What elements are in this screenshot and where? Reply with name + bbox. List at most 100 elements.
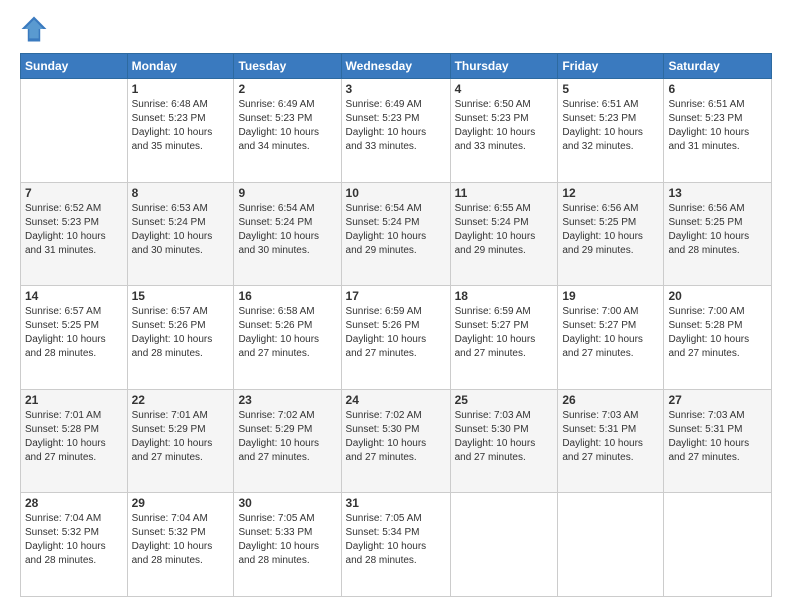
calendar-cell: 14 Sunrise: 6:57 AM Sunset: 5:25 PM Dayli… — [21, 286, 128, 390]
day-info: Sunrise: 6:52 AM Sunset: 5:23 PM Dayligh… — [25, 202, 123, 258]
day-number: 17 — [346, 289, 446, 303]
calendar-week-row: 1 Sunrise: 6:48 AM Sunset: 5:23 PM Daylig… — [21, 79, 772, 183]
calendar-cell: 24 Sunrise: 7:02 AM Sunset: 5:30 PM Dayli… — [341, 389, 450, 493]
day-info: Sunrise: 6:57 AM Sunset: 5:25 PM Dayligh… — [25, 305, 123, 361]
calendar-cell: 26Sunrise: 7:03 AM Sunset: 5:31 PM Dayli… — [558, 389, 664, 493]
calendar-cell: 19 Sunrise: 7:00 AM Sunset: 5:27 PM Dayli… — [558, 286, 664, 390]
day-number: 19 — [562, 289, 659, 303]
day-number: 7 — [25, 186, 123, 200]
calendar-cell: 11 Sunrise: 6:55 AM Sunset: 5:24 PM Dayli… — [450, 182, 558, 286]
day-number: 1 — [132, 82, 230, 96]
weekday-header: Sunday — [21, 54, 128, 79]
day-info: Sunrise: 7:01 AM Sunset: 5:28 PM Dayligh… — [25, 409, 123, 465]
day-number: 18 — [455, 289, 554, 303]
calendar-cell: 13Sunrise: 6:56 AM Sunset: 5:25 PM Dayli… — [664, 182, 772, 286]
day-number: 10 — [346, 186, 446, 200]
day-info: Sunrise: 6:56 AM Sunset: 5:25 PM Dayligh… — [668, 202, 767, 258]
calendar-cell — [558, 493, 664, 597]
day-number: 28 — [25, 496, 123, 510]
day-info: Sunrise: 7:05 AM Sunset: 5:34 PM Dayligh… — [346, 512, 446, 568]
day-info: Sunrise: 6:57 AM Sunset: 5:26 PM Dayligh… — [132, 305, 230, 361]
weekday-header: Tuesday — [234, 54, 341, 79]
day-info: Sunrise: 6:48 AM Sunset: 5:23 PM Dayligh… — [132, 98, 230, 154]
calendar-header-row: SundayMondayTuesdayWednesdayThursdayFrid… — [21, 54, 772, 79]
calendar-cell — [664, 493, 772, 597]
calendar-cell: 12 Sunrise: 6:56 AM Sunset: 5:25 PM Dayli… — [558, 182, 664, 286]
logo-icon — [20, 15, 48, 43]
day-number: 2 — [238, 82, 336, 96]
day-info: Sunrise: 6:59 AM Sunset: 5:26 PM Dayligh… — [346, 305, 446, 361]
weekday-header: Monday — [127, 54, 234, 79]
day-number: 31 — [346, 496, 446, 510]
day-info: Sunrise: 7:02 AM Sunset: 5:30 PM Dayligh… — [346, 409, 446, 465]
day-info: Sunrise: 7:02 AM Sunset: 5:29 PM Dayligh… — [238, 409, 336, 465]
day-info: Sunrise: 6:50 AM Sunset: 5:23 PM Dayligh… — [455, 98, 554, 154]
calendar-cell — [21, 79, 128, 183]
calendar-cell: 17 Sunrise: 6:59 AM Sunset: 5:26 PM Dayli… — [341, 286, 450, 390]
calendar-cell: 8 Sunrise: 6:53 AM Sunset: 5:24 PM Daylig… — [127, 182, 234, 286]
day-info: Sunrise: 6:49 AM Sunset: 5:23 PM Dayligh… — [238, 98, 336, 154]
calendar-cell: 21 Sunrise: 7:01 AM Sunset: 5:28 PM Dayli… — [21, 389, 128, 493]
calendar-cell: 18Sunrise: 6:59 AM Sunset: 5:27 PM Dayli… — [450, 286, 558, 390]
calendar-cell: 2 Sunrise: 6:49 AM Sunset: 5:23 PM Daylig… — [234, 79, 341, 183]
day-number: 25 — [455, 393, 554, 407]
day-info: Sunrise: 6:58 AM Sunset: 5:26 PM Dayligh… — [238, 305, 336, 361]
day-number: 29 — [132, 496, 230, 510]
calendar-table: SundayMondayTuesdayWednesdayThursdayFrid… — [20, 53, 772, 597]
weekday-header: Thursday — [450, 54, 558, 79]
day-number: 6 — [668, 82, 767, 96]
day-info: Sunrise: 6:55 AM Sunset: 5:24 PM Dayligh… — [455, 202, 554, 258]
day-number: 11 — [455, 186, 554, 200]
calendar-cell: 5 Sunrise: 6:51 AM Sunset: 5:23 PM Daylig… — [558, 79, 664, 183]
calendar-cell: 23 Sunrise: 7:02 AM Sunset: 5:29 PM Dayli… — [234, 389, 341, 493]
calendar-cell: 1 Sunrise: 6:48 AM Sunset: 5:23 PM Daylig… — [127, 79, 234, 183]
day-info: Sunrise: 7:04 AM Sunset: 5:32 PM Dayligh… — [132, 512, 230, 568]
calendar-cell: 27 Sunrise: 7:03 AM Sunset: 5:31 PM Dayli… — [664, 389, 772, 493]
day-number: 27 — [668, 393, 767, 407]
weekday-header: Wednesday — [341, 54, 450, 79]
day-info: Sunrise: 7:03 AM Sunset: 5:31 PM Dayligh… — [668, 409, 767, 465]
calendar-cell: 7 Sunrise: 6:52 AM Sunset: 5:23 PM Daylig… — [21, 182, 128, 286]
day-number: 3 — [346, 82, 446, 96]
day-number: 15 — [132, 289, 230, 303]
day-info: Sunrise: 7:04 AM Sunset: 5:32 PM Dayligh… — [25, 512, 123, 568]
calendar-cell: 31 Sunrise: 7:05 AM Sunset: 5:34 PM Dayli… — [341, 493, 450, 597]
day-info: Sunrise: 6:51 AM Sunset: 5:23 PM Dayligh… — [562, 98, 659, 154]
day-info: Sunrise: 6:56 AM Sunset: 5:25 PM Dayligh… — [562, 202, 659, 258]
calendar-cell: 20Sunrise: 7:00 AM Sunset: 5:28 PM Dayli… — [664, 286, 772, 390]
calendar-cell: 9 Sunrise: 6:54 AM Sunset: 5:24 PM Daylig… — [234, 182, 341, 286]
calendar-cell: 6Sunrise: 6:51 AM Sunset: 5:23 PM Daylig… — [664, 79, 772, 183]
day-number: 24 — [346, 393, 446, 407]
day-number: 16 — [238, 289, 336, 303]
day-info: Sunrise: 7:05 AM Sunset: 5:33 PM Dayligh… — [238, 512, 336, 568]
day-number: 26 — [562, 393, 659, 407]
calendar-cell: 25 Sunrise: 7:03 AM Sunset: 5:30 PM Dayli… — [450, 389, 558, 493]
calendar-week-row: 28 Sunrise: 7:04 AM Sunset: 5:32 PM Dayli… — [21, 493, 772, 597]
day-number: 4 — [455, 82, 554, 96]
day-info: Sunrise: 7:03 AM Sunset: 5:30 PM Dayligh… — [455, 409, 554, 465]
day-number: 12 — [562, 186, 659, 200]
calendar-week-row: 7 Sunrise: 6:52 AM Sunset: 5:23 PM Daylig… — [21, 182, 772, 286]
day-number: 22 — [132, 393, 230, 407]
day-info: Sunrise: 6:54 AM Sunset: 5:24 PM Dayligh… — [346, 202, 446, 258]
calendar-week-row: 14 Sunrise: 6:57 AM Sunset: 5:25 PM Dayli… — [21, 286, 772, 390]
day-number: 9 — [238, 186, 336, 200]
day-info: Sunrise: 6:54 AM Sunset: 5:24 PM Dayligh… — [238, 202, 336, 258]
day-info: Sunrise: 6:53 AM Sunset: 5:24 PM Dayligh… — [132, 202, 230, 258]
calendar-cell: 3 Sunrise: 6:49 AM Sunset: 5:23 PM Daylig… — [341, 79, 450, 183]
day-number: 21 — [25, 393, 123, 407]
weekday-header: Friday — [558, 54, 664, 79]
day-info: Sunrise: 6:49 AM Sunset: 5:23 PM Dayligh… — [346, 98, 446, 154]
calendar-cell: 29 Sunrise: 7:04 AM Sunset: 5:32 PM Dayli… — [127, 493, 234, 597]
calendar-week-row: 21 Sunrise: 7:01 AM Sunset: 5:28 PM Dayli… — [21, 389, 772, 493]
day-info: Sunrise: 7:00 AM Sunset: 5:27 PM Dayligh… — [562, 305, 659, 361]
day-number: 23 — [238, 393, 336, 407]
day-number: 14 — [25, 289, 123, 303]
calendar-cell — [450, 493, 558, 597]
day-number: 5 — [562, 82, 659, 96]
day-number: 8 — [132, 186, 230, 200]
day-info: Sunrise: 7:00 AM Sunset: 5:28 PM Dayligh… — [668, 305, 767, 361]
calendar-cell: 30Sunrise: 7:05 AM Sunset: 5:33 PM Dayli… — [234, 493, 341, 597]
day-info: Sunrise: 7:01 AM Sunset: 5:29 PM Dayligh… — [132, 409, 230, 465]
calendar-cell: 10 Sunrise: 6:54 AM Sunset: 5:24 PM Dayli… — [341, 182, 450, 286]
